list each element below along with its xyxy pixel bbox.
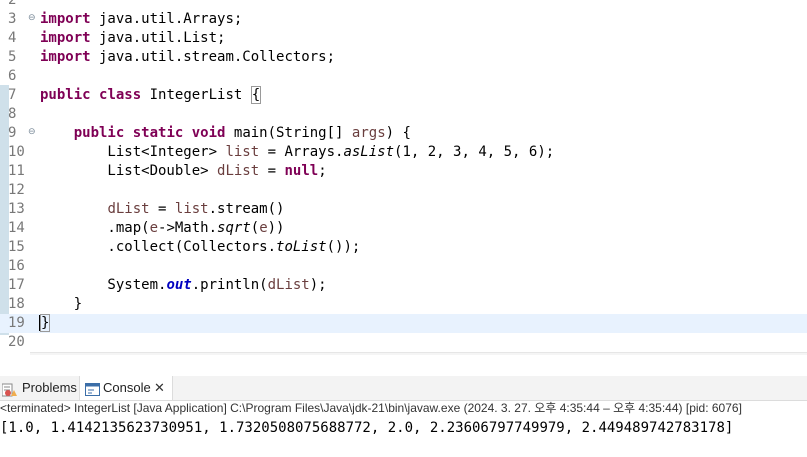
line-number: 15 [8,239,25,255]
code-text: dList = list.stream() [107,201,285,217]
line-number: 14 [8,220,25,236]
code-text: .collect(Collectors.toList()); [40,239,361,255]
code-text: List<Double> dList = null; [40,163,327,179]
code-line[interactable]: 7 public class IntegerList { [0,86,807,105]
code-line[interactable]: 11 List<Double> dList = null; [0,162,807,181]
view-tab-bar: Problems Console ✕ [0,376,807,401]
code-text: import java.util.Arrays; [40,11,243,27]
code-text: import java.util.stream.Collectors; [40,49,336,65]
tab-label: Problems [22,380,77,395]
code-line[interactable]: 3 ⊖ import java.util.Arrays; [0,10,807,29]
code-line[interactable]: 12 [0,181,807,200]
line-number: 4 [8,30,17,46]
fold-collapse-icon[interactable]: ⊖ [28,126,36,138]
code-text: System.out.println(dList); [40,277,327,293]
code-line[interactable]: 17 System.out.println(dList); [0,276,807,295]
code-line[interactable]: 13 dList = list.stream() [0,200,807,219]
line-number: 2 [8,0,17,8]
line-number: 16 [8,258,25,274]
code-line[interactable]: 6 [0,67,807,86]
line-number: 6 [8,68,17,84]
code-text: .map(e->Math.sqrt(e)) [40,220,285,236]
code-text: public static void main(String[] args) { [73,125,411,141]
tab-label: Console [103,380,151,395]
code-line[interactable]: 16 [0,257,807,276]
line-number: 18 [8,296,25,312]
horizontal-scrollbar[interactable]: < [30,352,807,355]
code-line[interactable]: 18 } [0,295,807,314]
line-number: 8 [8,106,17,122]
tab-console[interactable]: Console ✕ [79,376,173,400]
line-number: 19 [8,315,25,331]
code-text: } [39,314,51,332]
code-editor[interactable]: 2 3 ⊖ import java.util.Arrays; 4 import … [0,0,807,355]
code-line[interactable]: 4 import java.util.List; [0,29,807,48]
code-text: List<Integer> list = Arrays.asList(1, 2,… [40,144,555,160]
line-number: 17 [8,277,25,293]
code-text: import java.util.List; [40,30,226,46]
line-number: 12 [8,182,25,198]
code-text: } [40,296,83,312]
code-line[interactable]: 15 .collect(Collectors.toList()); [0,238,807,257]
current-code-line[interactable]: 19 } [0,314,807,333]
code-line[interactable]: 5 import java.util.stream.Collectors; [0,48,807,67]
code-line[interactable]: 20 [0,333,807,352]
tab-problems[interactable]: Problems [0,376,78,400]
code-line[interactable]: 9 ⊖ public static void main(String[] arg… [0,124,807,143]
line-number: 10 [8,144,25,160]
close-icon[interactable]: ✕ [154,376,165,400]
console-status-text: <terminated> IntegerList [Java Applicati… [0,401,742,415]
line-number: 5 [8,49,17,65]
fold-collapse-icon[interactable]: ⊖ [28,12,36,24]
line-number: 20 [8,334,25,350]
code-line[interactable]: 14 .map(e->Math.sqrt(e)) [0,219,807,238]
code-text: public class IntegerList { [40,86,262,104]
console-output-text[interactable]: [1.0, 1.4142135623730951, 1.732050807568… [0,418,807,438]
line-number: 7 [8,87,17,103]
code-line[interactable]: 2 [0,0,807,10]
code-line[interactable]: 8 [0,105,807,124]
line-number: 11 [8,163,25,179]
code-line[interactable]: 10 List<Integer> list = Arrays.asList(1,… [0,143,807,162]
line-number: 13 [8,201,25,217]
